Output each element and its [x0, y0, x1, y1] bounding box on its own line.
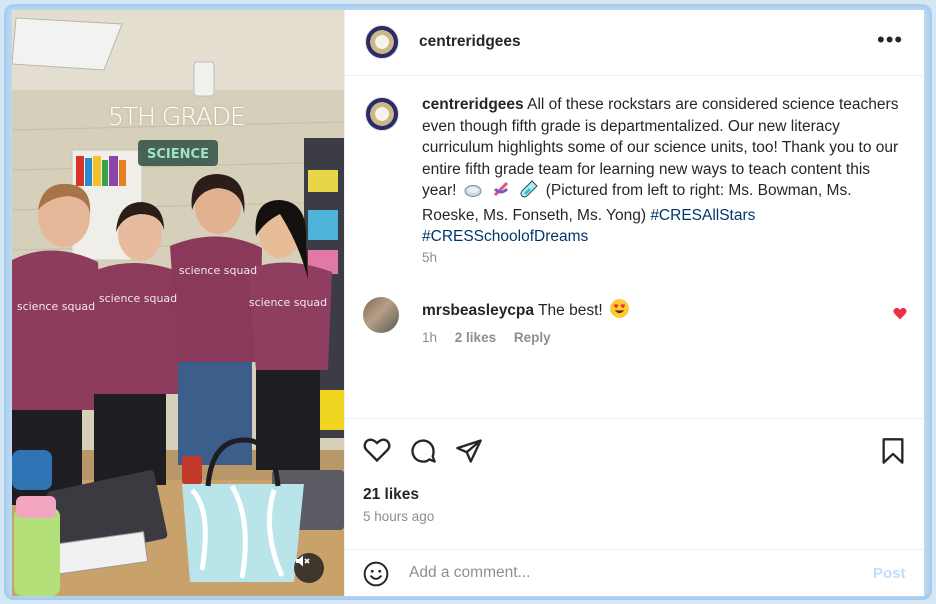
speaker-muted-icon: [296, 555, 310, 567]
speech-bubble-icon: [411, 439, 436, 463]
save-button[interactable]: [881, 437, 905, 470]
comment-meta: 1h 2 likes Reply: [422, 330, 565, 345]
add-comment-bar: Post: [345, 549, 924, 596]
post-timestamp[interactable]: 5 hours ago: [363, 509, 434, 524]
comment-time[interactable]: 1h: [422, 330, 437, 345]
test-tube-icon: [520, 180, 539, 205]
paper-plane-icon: [456, 439, 482, 463]
heart-outline-icon: [363, 438, 391, 463]
shirt-logo: science squad: [99, 292, 177, 305]
post-side-panel: centreridgees ••• centreridgees All of t…: [344, 10, 924, 596]
post-comment-button[interactable]: Post: [873, 565, 906, 582]
shirt-logo: science squad: [249, 296, 327, 309]
comment-like-button[interactable]: [893, 307, 907, 325]
comment-likes[interactable]: 2 likes: [455, 330, 496, 345]
post-photo[interactable]: SCIENCE science squad science squad scie…: [12, 10, 344, 596]
comment: mrsbeasleycpa The best! 1h 2 likes Reply: [363, 297, 923, 357]
instagram-post: SCIENCE science squad science squad scie…: [12, 10, 924, 596]
petri-dish-icon: [464, 183, 482, 205]
caption-avatar[interactable]: [365, 97, 399, 131]
mute-button[interactable]: [294, 553, 324, 583]
dna-icon: [492, 180, 510, 205]
comment-text: The best!: [538, 302, 603, 319]
add-comment-input[interactable]: [409, 564, 849, 582]
comment-body: mrsbeasleycpa The best!: [422, 299, 632, 323]
more-horizontal-icon: •••: [877, 27, 904, 52]
caption-timestamp[interactable]: 5h: [422, 250, 437, 265]
post-actions: 21 likes 5 hours ago Post: [345, 418, 924, 596]
heart-filled-icon: [893, 307, 907, 320]
emoji-picker-button[interactable]: [363, 561, 389, 592]
photo-heading-text: 5TH GRADE: [108, 102, 246, 131]
smiley-icon: [363, 561, 389, 587]
more-options-button[interactable]: •••: [877, 27, 904, 52]
post-caption: centreridgees All of these rockstars are…: [422, 94, 902, 248]
likes-count[interactable]: 21 likes: [363, 486, 419, 504]
comment-reply-button[interactable]: Reply: [514, 330, 551, 345]
commenter-avatar[interactable]: [363, 297, 399, 333]
shirt-logo: science squad: [17, 300, 95, 313]
like-button[interactable]: [363, 437, 391, 468]
caption-username[interactable]: centreridgees: [422, 96, 524, 113]
hashtag-link[interactable]: #CRESSchoolofDreams: [422, 228, 588, 245]
science-sign-text: SCIENCE: [147, 147, 209, 162]
heart-eyes-icon: [610, 299, 629, 323]
classroom-photo-illustration: SCIENCE science squad science squad scie…: [12, 10, 344, 596]
account-avatar[interactable]: [365, 25, 399, 59]
shirt-logo: science squad: [179, 264, 257, 277]
caption-credits: (Pictured from left to right: Ms. Bowman…: [422, 182, 852, 224]
header-username[interactable]: centreridgees: [419, 33, 521, 51]
bookmark-icon: [882, 438, 904, 464]
comment-button[interactable]: [409, 437, 437, 470]
post-header: centreridgees •••: [345, 10, 924, 76]
hashtag-link[interactable]: #CRESAllStars: [650, 207, 755, 224]
share-button[interactable]: [455, 437, 483, 470]
commenter-username[interactable]: mrsbeasleycpa: [422, 302, 534, 319]
